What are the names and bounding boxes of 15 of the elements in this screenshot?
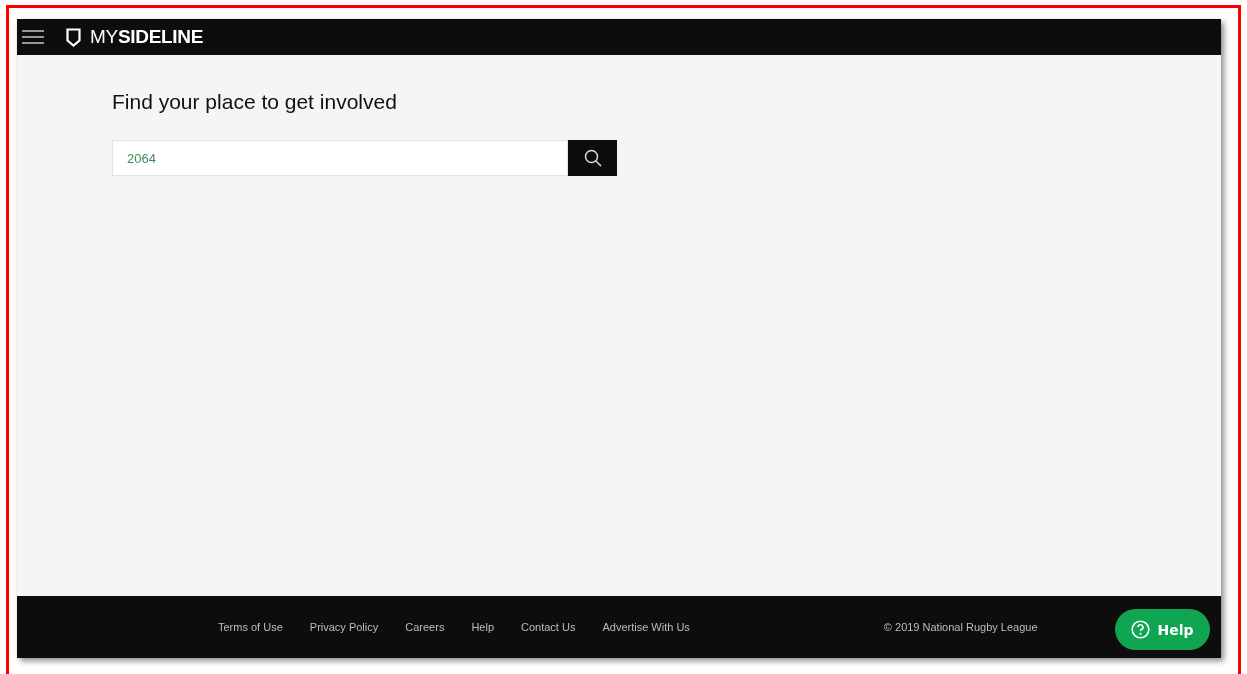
copyright-text: © 2019 National Rugby League [883, 621, 1038, 633]
search-field[interactable]: 2064 [112, 140, 568, 176]
search-icon [583, 149, 602, 167]
footer-link[interactable]: Advertise With Us [602, 621, 690, 633]
footer-link[interactable]: Careers [405, 621, 445, 633]
logo-text[interactable]: MYSIDELINE [90, 26, 204, 48]
footer-link[interactable]: Privacy Policy [309, 621, 379, 633]
footer-link[interactable]: Contact Us [521, 621, 576, 633]
question-icon [1131, 620, 1151, 639]
menu-icon[interactable] [22, 29, 44, 45]
page-heading: Find your place to get involved [112, 90, 398, 114]
shield-icon [66, 27, 81, 47]
footer-link[interactable]: Help [471, 621, 494, 633]
search-button[interactable] [568, 140, 617, 176]
footer-link[interactable]: Terms of Use [218, 621, 283, 633]
